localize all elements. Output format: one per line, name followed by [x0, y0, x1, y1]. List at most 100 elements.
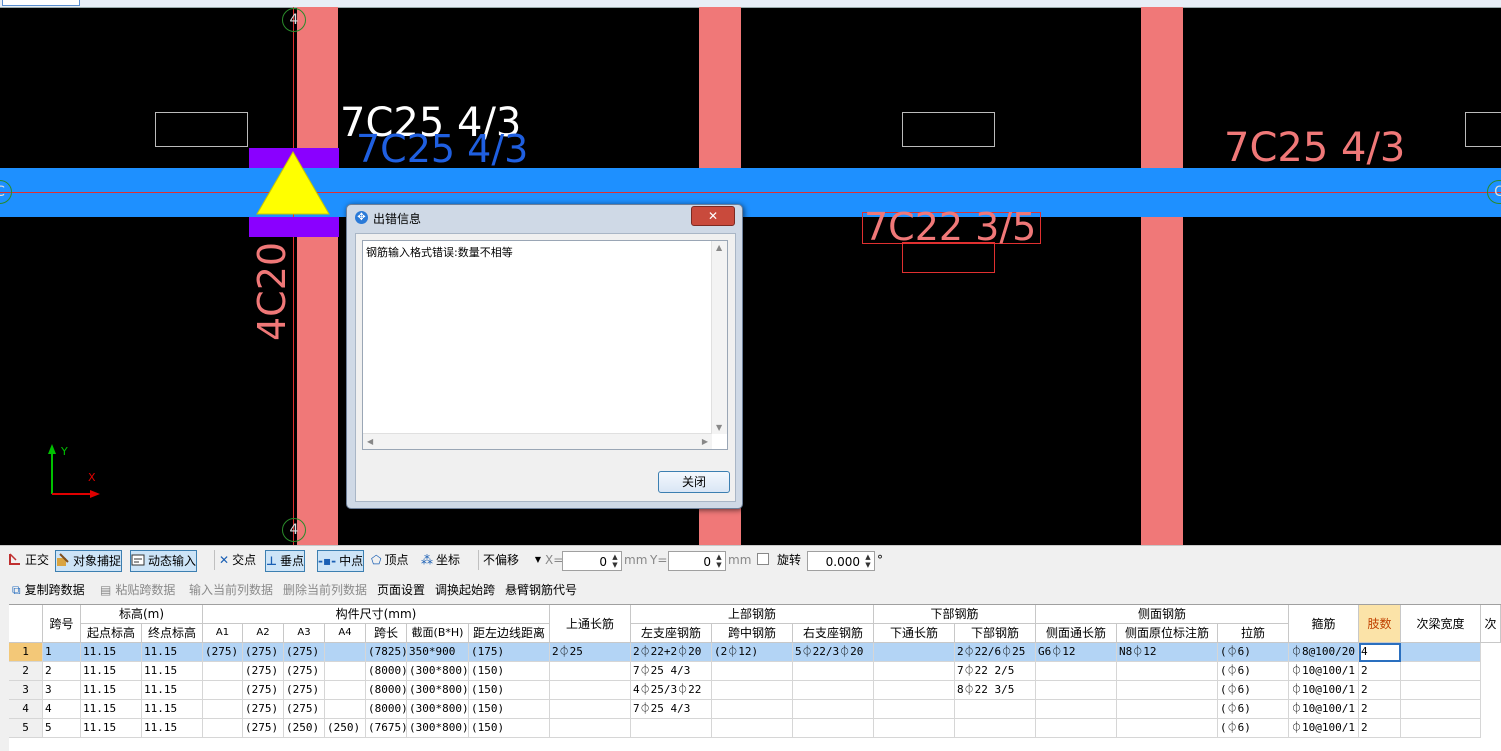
table-cell-end[interactable]: 11.15	[142, 643, 203, 662]
table-cell-span[interactable]: 5	[43, 719, 81, 738]
table-cell-tie[interactable]: (⏀6)	[1218, 719, 1289, 738]
column-3[interactable]	[1141, 7, 1183, 545]
table-cell-a3[interactable]: (275)	[284, 681, 325, 700]
table-cell-bot[interactable]	[955, 700, 1036, 719]
table-cell-sec[interactable]: (300*800)	[407, 662, 469, 681]
beam-span-table[interactable]: 跨号 标高(m) 起点标高 终点标高 构件尺寸(mm) A1 A2 A3 A4 …	[9, 604, 1501, 751]
close-button[interactable]: 关闭	[658, 471, 730, 493]
message-textbox[interactable]: 钢筋输入格式错误:数量不相等 ▲ ▼ ◀ ▶	[362, 240, 728, 450]
table-cell-tie[interactable]: (⏀6)	[1218, 643, 1289, 662]
table-cell-bt[interactable]	[874, 643, 955, 662]
midpoint-snap[interactable]: -▪- 中点	[317, 550, 365, 572]
table-cell-rs[interactable]	[793, 700, 874, 719]
table-cell-start[interactable]: 11.15	[81, 681, 142, 700]
vertical-scrollbar[interactable]: ▲ ▼	[711, 241, 727, 434]
table-cell-a1[interactable]	[203, 719, 243, 738]
table-cell-mid[interactable]	[712, 719, 793, 738]
table-cell-sis[interactable]	[1117, 681, 1218, 700]
table-cell-rs[interactable]: 5⏀22/3⏀20	[793, 643, 874, 662]
table-cell-a4[interactable]: (250)	[325, 719, 366, 738]
table-cell-rs[interactable]	[793, 681, 874, 700]
copy-span-button[interactable]: ⧉ 复制跨数据	[12, 582, 85, 598]
table-cell-st[interactable]	[1036, 719, 1117, 738]
table-cell-sw[interactable]	[1401, 719, 1481, 738]
table-cell-sec[interactable]: (300*800)	[407, 719, 469, 738]
table-cell-st[interactable]	[1036, 681, 1117, 700]
table-cell-stir[interactable]: ⏀8@100/20	[1289, 643, 1359, 662]
table-cell-bot[interactable]	[955, 719, 1036, 738]
table-cell-top[interactable]: 2⏀25	[550, 643, 631, 662]
table-cell-a3[interactable]: (275)	[284, 662, 325, 681]
table-cell-end[interactable]: 11.15	[142, 700, 203, 719]
table-cell-bot[interactable]: 7⏀22 2/5	[955, 662, 1036, 681]
x-spinner-icon[interactable]: ▲ ▼	[610, 553, 620, 569]
table-cell-a1[interactable]	[203, 681, 243, 700]
table-cell-mid[interactable]	[712, 681, 793, 700]
table-cell-tie[interactable]: (⏀6)	[1218, 662, 1289, 681]
table-cell-ls[interactable]	[631, 719, 712, 738]
vertex-snap[interactable]: ⬠ 顶点	[371, 550, 408, 570]
table-cell-bt[interactable]	[874, 719, 955, 738]
paste-span-button[interactable]: ▤ 粘贴跨数据	[100, 582, 175, 598]
perpendicular-snap[interactable]: ⊥ 垂点	[265, 550, 305, 572]
table-cell-ls[interactable]: 7⏀25 4/3	[631, 662, 712, 681]
table-cell-ls[interactable]: 4⏀25/3⏀22	[631, 681, 712, 700]
table-cell-stir[interactable]: ⏀10@100/1	[1289, 719, 1359, 738]
table-cell-st[interactable]	[1036, 700, 1117, 719]
table-cell-stir[interactable]: ⏀10@100/1	[1289, 681, 1359, 700]
table-cell-a2[interactable]: (275)	[243, 643, 284, 662]
rotate-checkbox[interactable]: 旋转	[757, 550, 801, 570]
table-cell-a2[interactable]: (275)	[243, 719, 284, 738]
y-input[interactable]: 0 ▲ ▼	[668, 551, 726, 571]
table-cell-rs[interactable]	[793, 662, 874, 681]
ortho-toggle[interactable]: 正交	[8, 550, 49, 570]
table-cell-end[interactable]: 11.15	[142, 681, 203, 700]
table-cell-a4[interactable]	[325, 643, 366, 662]
table-cell-bt[interactable]	[874, 662, 955, 681]
scroll-left-icon[interactable]: ◀	[367, 437, 373, 446]
table-cell-rs[interactable]	[793, 719, 874, 738]
table-cell-legs[interactable]: 4	[1359, 643, 1401, 662]
table-cell-a2[interactable]: (275)	[243, 700, 284, 719]
table-cell-sis[interactable]	[1117, 719, 1218, 738]
table-cell-dist[interactable]: (150)	[469, 662, 550, 681]
table-cell-dist[interactable]: (175)	[469, 643, 550, 662]
table-cell-a3[interactable]: (250)	[284, 719, 325, 738]
table-cell-a4[interactable]	[325, 700, 366, 719]
table-cell-stir[interactable]: ⏀10@100/1	[1289, 700, 1359, 719]
cantilever-code-button[interactable]: 悬臂钢筋代号	[505, 582, 577, 598]
table-cell-top[interactable]	[550, 681, 631, 700]
column-axis-4[interactable]	[297, 7, 338, 545]
table-cell-ls[interactable]: 2⏀22+2⏀20	[631, 643, 712, 662]
table-cell-mid[interactable]: (2⏀12)	[712, 643, 793, 662]
table-cell-start[interactable]: 11.15	[81, 719, 142, 738]
table-cell-sec[interactable]: 350*900	[407, 643, 469, 662]
support-triangle-icon[interactable]	[255, 150, 331, 216]
table-cell-sw[interactable]	[1401, 681, 1481, 700]
table-cell-len[interactable]: (8000)	[366, 681, 407, 700]
table-cell-span[interactable]: 1	[43, 643, 81, 662]
table-cell-len[interactable]: (8000)	[366, 700, 407, 719]
dynamic-input-toggle[interactable]: 动态输入	[130, 550, 198, 572]
table-cell-sec[interactable]: (300*800)	[407, 700, 469, 719]
table-cell-ls[interactable]: 7⏀25 4/3	[631, 700, 712, 719]
coordinate-snap[interactable]: ⁂ 坐标	[421, 550, 460, 570]
table-cell-tie[interactable]: (⏀6)	[1218, 681, 1289, 700]
table-cell-top[interactable]	[550, 662, 631, 681]
dialog-titlebar[interactable]: ✥ 出错信息 ✕	[347, 205, 742, 229]
table-cell-span[interactable]: 4	[43, 700, 81, 719]
table-cell-stir[interactable]: ⏀10@100/1	[1289, 662, 1359, 681]
table-cell-len[interactable]: (7825)	[366, 643, 407, 662]
rotate-spinner-icon[interactable]: ▲ ▼	[863, 553, 873, 569]
table-cell-sec[interactable]: (300*800)	[407, 681, 469, 700]
intersection-snap[interactable]: ✕ 交点	[214, 550, 256, 570]
delete-column-button[interactable]: 删除当前列数据	[283, 582, 367, 598]
drawing-canvas[interactable]: 4 4 C C 7C25 4/3 7C25 4/3 7C25 4/3 7C22 …	[0, 0, 1501, 545]
table-cell-dist[interactable]: (150)	[469, 681, 550, 700]
table-cell-mid[interactable]	[712, 700, 793, 719]
table-cell-sis[interactable]	[1117, 662, 1218, 681]
table-cell-top[interactable]	[550, 719, 631, 738]
input-column-button[interactable]: 输入当前列数据	[189, 582, 273, 598]
horizontal-scrollbar[interactable]: ◀ ▶	[363, 433, 712, 449]
table-cell-len[interactable]: (7675)	[366, 719, 407, 738]
